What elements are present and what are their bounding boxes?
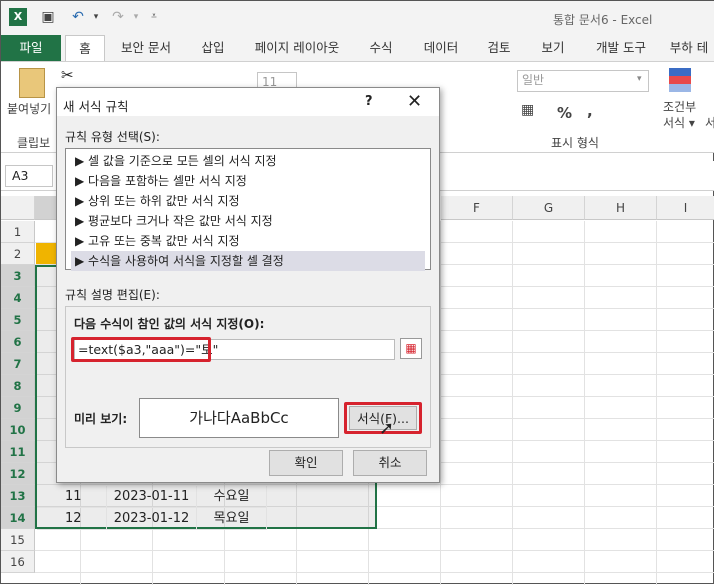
paste-icon[interactable]	[19, 68, 45, 98]
conditional-formatting-label-2[interactable]: 서식 ▾	[663, 114, 695, 131]
cell-day[interactable]: 수요일	[197, 486, 267, 508]
row-header[interactable]: 1	[1, 221, 35, 243]
tab-security-doc[interactable]: 보안 문서	[113, 35, 179, 61]
conditional-formatting-icon[interactable]	[669, 68, 691, 92]
title-bar: X ▣ ↶ ▾ ↷ ▾ ⩡ 통합 문서6 - Excel	[1, 1, 714, 35]
dialog-title: 새 서식 규칙	[63, 99, 129, 114]
new-formatting-rule-dialog: 새 서식 규칙 ? ✕ 규칙 유형 선택(S): ▶ 셀 값을 기준으로 모든 …	[56, 87, 440, 483]
row-header[interactable]: 9	[1, 397, 35, 419]
tab-developer[interactable]: 개발 도구	[585, 35, 657, 61]
cell-style-label[interactable]: 서	[705, 114, 714, 131]
row-header[interactable]: 16	[1, 551, 35, 573]
tab-formulas[interactable]: 수식	[359, 35, 403, 61]
rule-type-list[interactable]: ▶ 셀 값을 기준으로 모든 셀의 서식 지정 ▶ 다음을 포함하는 셀만 서식…	[65, 148, 431, 271]
customize-toolbar-icon[interactable]: ⩡	[145, 8, 163, 26]
header-cell-yellow[interactable]	[36, 243, 56, 264]
cell-num[interactable]: 11	[37, 486, 107, 508]
clipboard-group-label: 클립보	[17, 136, 51, 150]
number-group-label: 표시 형식	[551, 136, 599, 150]
format-preview: 가나다AaBbCc	[139, 398, 339, 438]
tab-view[interactable]: 보기	[531, 35, 575, 61]
preview-label: 미리 보기:	[74, 412, 128, 426]
row-header[interactable]: 7	[1, 353, 35, 375]
column-header-i[interactable]: I	[657, 196, 714, 220]
collapse-dialog-icon[interactable]: ▦	[400, 338, 422, 359]
cancel-button[interactable]: 취소	[353, 450, 427, 476]
row-header[interactable]: 14	[1, 507, 35, 529]
cell-date[interactable]: 2023-01-12	[107, 508, 197, 530]
row-header[interactable]: 13	[1, 485, 35, 507]
conditional-formatting-label[interactable]: 조건부	[663, 98, 696, 115]
comma-style-icon[interactable]: ,	[587, 102, 593, 120]
tab-file[interactable]: 파일	[1, 35, 61, 61]
row-header[interactable]: 15	[1, 529, 35, 551]
undo-dropdown-icon[interactable]: ▾	[87, 8, 105, 26]
redo-icon[interactable]: ↷	[109, 8, 127, 26]
rule-type-item-selected[interactable]: ▶ 수식을 사용하여 서식을 지정할 셀 결정	[71, 251, 425, 271]
column-header-g[interactable]: G	[513, 196, 585, 220]
redo-dropdown-icon[interactable]: ▾	[127, 8, 145, 26]
name-box[interactable]: A3	[5, 165, 53, 187]
formula-label: 다음 수식이 참인 값의 서식 지정(O):	[74, 317, 265, 331]
excel-logo-icon: X	[9, 8, 27, 26]
tab-page-layout[interactable]: 페이지 레이아웃	[247, 35, 347, 61]
rule-type-item[interactable]: ▶ 상위 또는 하위 값만 서식 지정	[71, 191, 425, 211]
currency-icon[interactable]: ▦	[521, 102, 534, 118]
help-button[interactable]: ?	[365, 94, 373, 109]
column-header-corner[interactable]	[1, 196, 35, 220]
tab-review[interactable]: 검토	[477, 35, 521, 61]
percent-icon[interactable]: %	[557, 104, 572, 122]
rule-type-item[interactable]: ▶ 고유 또는 중복 값만 서식 지정	[71, 231, 425, 251]
rule-type-item[interactable]: ▶ 다음을 포함하는 셀만 서식 지정	[71, 171, 425, 191]
formula-highlight	[71, 337, 211, 362]
undo-icon[interactable]: ↶	[69, 8, 87, 26]
edit-rule-label: 규칙 설명 편집(E):	[65, 288, 160, 302]
cell-date[interactable]: 2023-01-11	[107, 486, 197, 508]
row-header[interactable]: 3	[1, 265, 35, 287]
ribbon-tabs: 파일 홈 보안 문서 삽입 페이지 레이아웃 수식 데이터 검토 보기 개발 도…	[1, 35, 714, 61]
row-header[interactable]: 8	[1, 375, 35, 397]
row-header[interactable]: 2	[1, 243, 35, 265]
row-header[interactable]: 6	[1, 331, 35, 353]
save-icon[interactable]: ▣	[39, 8, 57, 26]
rule-type-item[interactable]: ▶ 평균보다 크거나 작은 값만 서식 지정	[71, 211, 425, 231]
tab-load-test[interactable]: 부하 테	[665, 35, 713, 61]
row-header[interactable]: 4	[1, 287, 35, 309]
window-title: 통합 문서6 - Excel	[553, 13, 653, 27]
tab-data[interactable]: 데이터	[415, 35, 467, 61]
tab-home[interactable]: 홈	[65, 35, 105, 61]
close-button[interactable]: ✕	[407, 91, 422, 112]
column-header-f[interactable]: F	[441, 196, 513, 220]
column-header-h[interactable]: H	[585, 196, 657, 220]
tab-insert[interactable]: 삽입	[191, 35, 235, 61]
cell-num[interactable]: 12	[37, 508, 107, 530]
cell-day[interactable]: 목요일	[197, 508, 267, 530]
cut-icon[interactable]: ✂	[61, 66, 74, 84]
row-header[interactable]: 5	[1, 309, 35, 331]
chevron-down-icon[interactable]: ▾	[637, 74, 642, 84]
number-format-box[interactable]: 일반	[517, 70, 649, 92]
column-header-a[interactable]	[35, 196, 57, 220]
row-header[interactable]: 11	[1, 441, 35, 463]
paste-label[interactable]: 붙여넣기	[7, 100, 51, 117]
row-header[interactable]: 10	[1, 419, 35, 441]
rule-type-item[interactable]: ▶ 셀 값을 기준으로 모든 셀의 서식 지정	[71, 151, 425, 171]
ok-button[interactable]: 확인	[269, 450, 343, 476]
mouse-cursor-icon: ➚	[379, 418, 395, 439]
rule-type-label: 규칙 유형 선택(S):	[65, 130, 160, 144]
row-header[interactable]: 12	[1, 463, 35, 485]
